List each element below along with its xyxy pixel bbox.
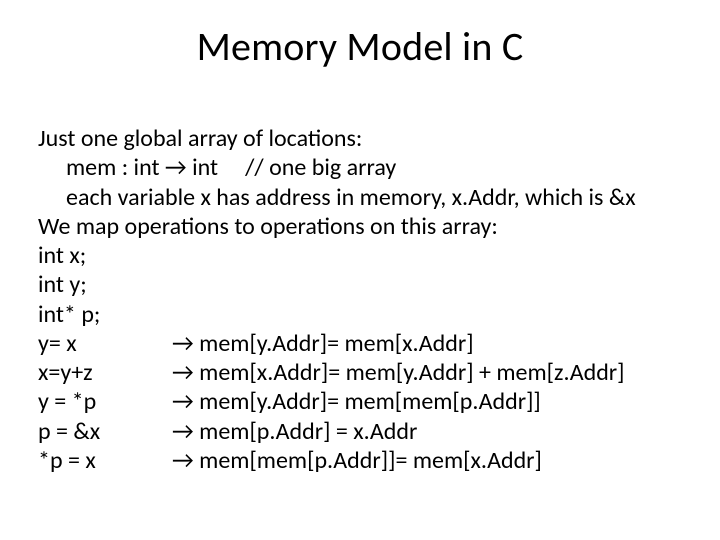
mapping-rhs-text: mem[mem[p.Addr]]= mem[x.Addr]	[194, 446, 542, 475]
mapping-rhs-text: mem[x.Addr]= mem[y.Addr] + mem[z.Addr]	[194, 358, 625, 387]
slide-body: Just one global array of locations: mem …	[38, 124, 636, 475]
mapping-row: *p = x→ mem[mem[p.Addr]]= mem[x.Addr]	[38, 446, 636, 475]
mapping-row: x=y+z→ mem[x.Addr]= mem[y.Addr] + mem[z.…	[38, 358, 636, 387]
mapping-lhs: *p = x	[38, 446, 172, 475]
mapping-row: y = *p→ mem[y.Addr]= mem[mem[p.Addr]]	[38, 387, 636, 416]
text-line: int y;	[38, 270, 636, 299]
mapping-rhs: → mem[y.Addr]= mem[mem[p.Addr]]	[172, 387, 541, 416]
arrow-icon: →	[172, 387, 194, 416]
mapping-rhs-text: mem[y.Addr]= mem[x.Addr]	[194, 329, 474, 358]
mapping-rhs: → mem[x.Addr]= mem[y.Addr] + mem[z.Addr]	[172, 358, 625, 387]
text-line: Just one global array of locations:	[38, 124, 636, 153]
text-line: mem : int → int // one big array	[38, 153, 636, 182]
arrow-icon: →	[172, 329, 194, 358]
text-line: each variable x has address in memory, x…	[38, 183, 636, 212]
text-fragment: mem : int	[66, 153, 165, 182]
text-line: int* p;	[38, 300, 636, 329]
text-line: We map operations to operations on this …	[38, 212, 636, 241]
text-fragment: int // one big array	[187, 153, 397, 182]
mapping-rhs: → mem[p.Addr] = x.Addr	[172, 417, 417, 446]
arrow-icon: →	[165, 153, 187, 182]
slide-title: Memory Model in C	[0, 0, 720, 89]
mapping-lhs: y = *p	[38, 387, 172, 416]
mapping-rhs-text: mem[p.Addr] = x.Addr	[194, 417, 418, 446]
text-line: int x;	[38, 241, 636, 270]
mapping-lhs: p = &x	[38, 417, 172, 446]
mapping-lhs: y= x	[38, 329, 172, 358]
mapping-row: y= x→ mem[y.Addr]= mem[x.Addr]	[38, 329, 636, 358]
mapping-rhs: → mem[mem[p.Addr]]= mem[x.Addr]	[172, 446, 542, 475]
mapping-rhs-text: mem[y.Addr]= mem[mem[p.Addr]]	[194, 387, 541, 416]
mapping-rhs: → mem[y.Addr]= mem[x.Addr]	[172, 329, 474, 358]
mapping-row: p = &x→ mem[p.Addr] = x.Addr	[38, 417, 636, 446]
arrow-icon: →	[172, 417, 194, 446]
arrow-icon: →	[172, 358, 194, 387]
mapping-lhs: x=y+z	[38, 358, 172, 387]
slide: Memory Model in C Just one global array …	[0, 0, 720, 540]
arrow-icon: →	[172, 446, 194, 475]
